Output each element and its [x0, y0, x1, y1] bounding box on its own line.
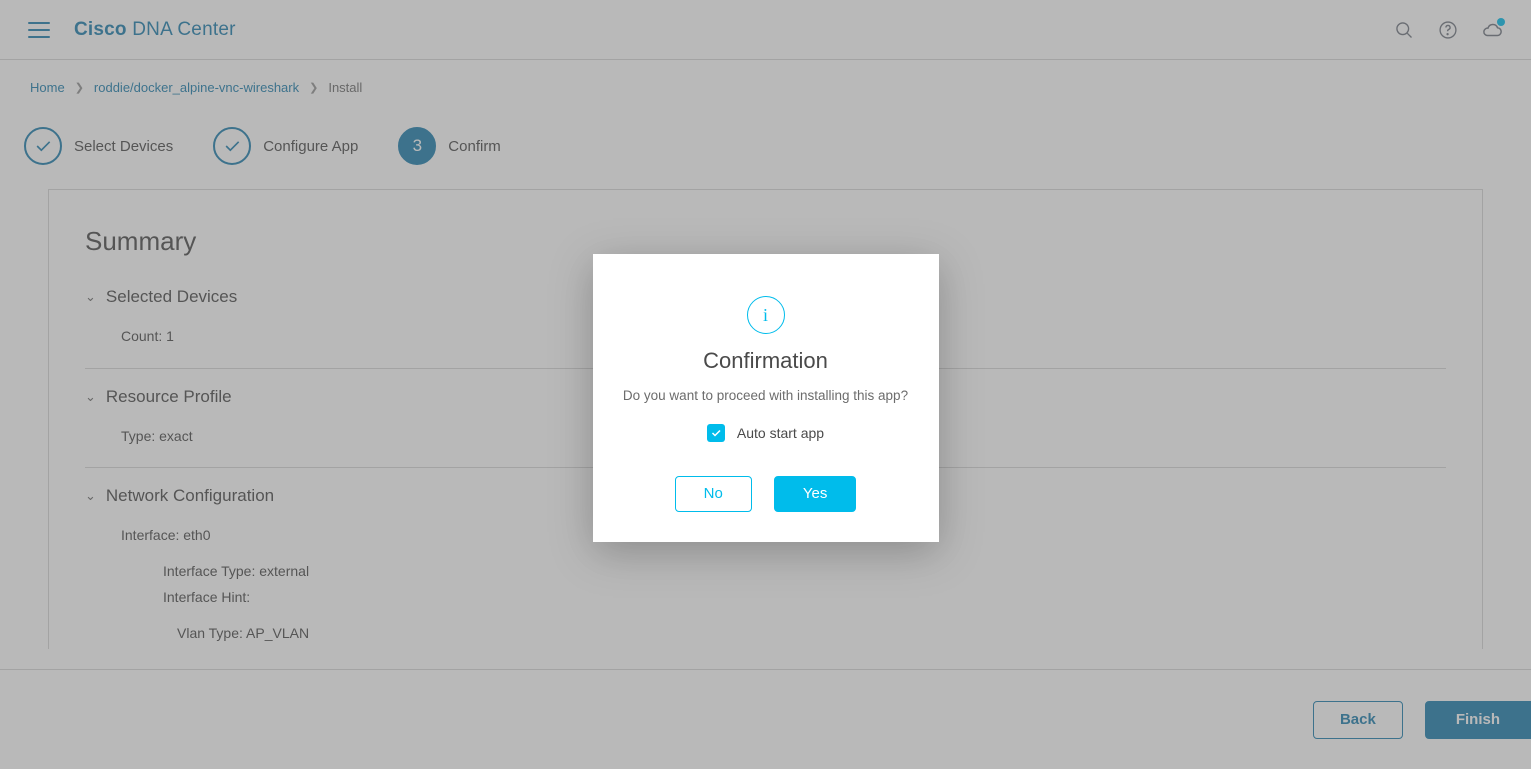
modal-actions: No Yes: [621, 476, 911, 512]
no-button[interactable]: No: [675, 476, 752, 512]
confirmation-modal: i Confirmation Do you want to proceed wi…: [593, 254, 939, 542]
modal-title: Confirmation: [621, 348, 911, 374]
info-icon: i: [747, 296, 785, 334]
yes-button[interactable]: Yes: [774, 476, 856, 512]
auto-start-label: Auto start app: [737, 425, 824, 441]
auto-start-row: Auto start app: [621, 424, 911, 442]
auto-start-checkbox[interactable]: [707, 424, 725, 442]
modal-text: Do you want to proceed with installing t…: [621, 386, 911, 406]
modal-overlay[interactable]: i Confirmation Do you want to proceed wi…: [0, 0, 1531, 769]
